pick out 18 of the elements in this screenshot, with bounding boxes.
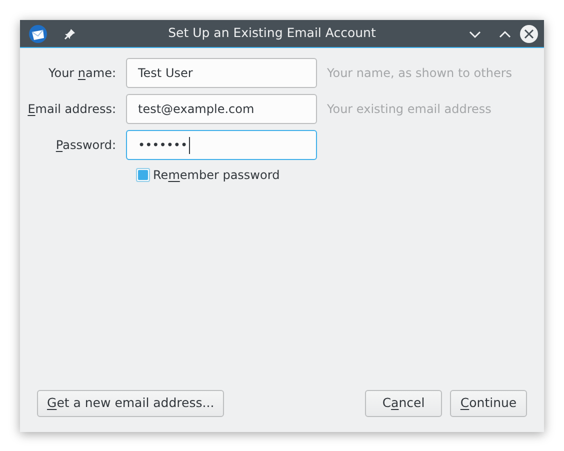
field-hint: Your existing email address (327, 101, 492, 118)
checkbox-label[interactable]: Remember password (153, 166, 280, 184)
field-label: Password: (54, 137, 117, 154)
input-field[interactable]: ••••••• (126, 130, 317, 160)
checkbox[interactable] (136, 168, 150, 182)
field-label: Email address: (26, 101, 117, 118)
window-title: Set Up an Existing Email Account (167, 24, 377, 42)
close-icon[interactable] (520, 24, 538, 42)
field-hint: Your name, as shown to others (327, 65, 512, 82)
dialog-button[interactable]: Continue (450, 390, 527, 417)
pin-icon[interactable] (64, 28, 76, 40)
dialog-button[interactable]: Cancel (365, 390, 442, 417)
app-icon (28, 24, 48, 44)
dialog-button[interactable]: Get a new email address... (37, 390, 224, 417)
field-label: Your name: (47, 65, 117, 82)
input-field[interactable]: Test User (126, 58, 317, 88)
text-cursor (188, 136, 190, 154)
input-field[interactable]: test@example.com (126, 94, 317, 124)
